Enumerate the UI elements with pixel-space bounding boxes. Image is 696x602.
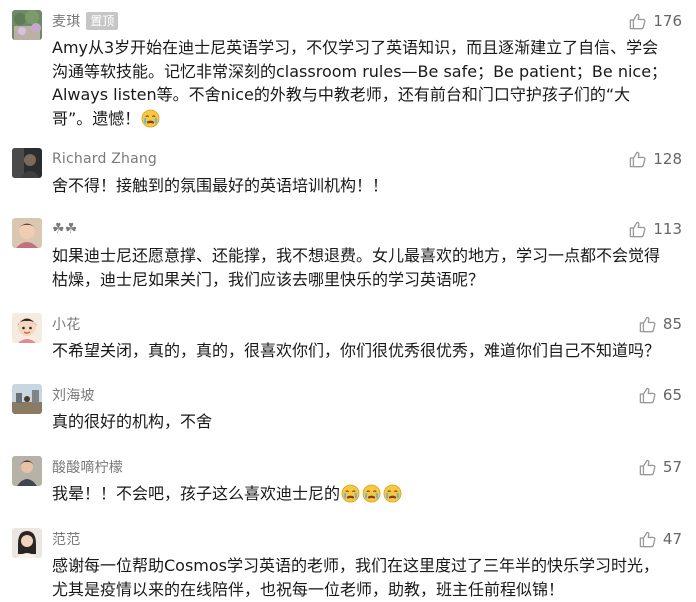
commenter-name: 范范 <box>52 532 81 548</box>
comment-text: 如果迪士尼还愿意撑、还能撑，我不想退费。女儿最喜欢的地方，学习一点都不会觉得 枯… <box>52 244 682 291</box>
like-button[interactable]: 85 <box>638 314 682 334</box>
person-photo-avatar[interactable] <box>12 456 42 486</box>
dark-portrait-avatar[interactable] <box>12 148 42 178</box>
comment-line: 我晕！！不会吧，孩子这么喜欢迪士尼的 <box>52 484 341 503</box>
comment-text: 真的很好的机构，不舍 <box>52 410 682 434</box>
comment-line: 真的很好的机构，不舍 <box>52 412 213 431</box>
comment-line: 舍不得！接触到的氛围最好的英语培训机构！！ <box>52 176 389 195</box>
comment-text: 感谢每一位帮助Cosmos学习英语的老师，我们在这里度过了三年半的快乐学习时光，… <box>52 554 682 601</box>
thumbs-up-icon <box>628 150 647 169</box>
comment-line: 不希望关闭，真的，真的，很喜欢你们，你们很优秀很优秀，难道你们自己不知道吗？ <box>52 341 661 360</box>
crying-face-emoji <box>362 484 381 503</box>
woman-portrait-avatar[interactable] <box>12 528 42 558</box>
like-button[interactable]: 113 <box>628 219 682 239</box>
like-button[interactable]: 128 <box>628 149 682 169</box>
child-portrait-avatar[interactable] <box>12 218 42 248</box>
comment-line: 枯燥，迪士尼如果关门，我们应该去哪里快乐的学习英语呢？ <box>52 269 485 289</box>
comment-line: 沟通等软技能。记忆非常深刻的classroom rules—Be safe；Be… <box>52 61 668 81</box>
comment-text: 不希望关闭，真的，真的，很喜欢你们，你们很优秀很优秀，难道你们自己不知道吗？ <box>52 339 682 363</box>
like-button[interactable]: 65 <box>638 385 682 405</box>
thumbs-up-icon <box>638 458 657 477</box>
like-count: 85 <box>662 315 682 333</box>
commenter-name: 麦琪 <box>52 14 81 30</box>
crying-face-emoji <box>383 484 402 503</box>
commenter-name: 酸酸嘀柠檬 <box>52 460 123 476</box>
comment-text: 舍不得！接触到的氛围最好的英语培训机构！！ <box>52 174 682 198</box>
comment-line: 感谢每一位帮助Cosmos学习英语的老师，我们在这里度过了三年半的快乐学习时光， <box>52 556 660 575</box>
thumbs-up-icon <box>638 386 657 405</box>
comment-line: 如果迪士尼还愿意撑、还能撑，我不想退费。女儿最喜欢的地方，学习一点都不会觉得 <box>52 246 661 265</box>
like-button[interactable]: 47 <box>638 529 682 549</box>
ivy-wall-avatar[interactable] <box>12 10 42 40</box>
comment-line: 尤其是疫情以来的在线陪伴，也祝每一位老师，助教，班主任前程似锦！ <box>52 579 565 599</box>
crying-face-emoji <box>141 109 160 128</box>
like-count: 47 <box>662 530 682 548</box>
comment-text: 我晕！！不会吧，孩子这么喜欢迪士尼的 <box>52 482 682 506</box>
like-count: 113 <box>653 220 682 238</box>
like-count: 128 <box>653 150 682 168</box>
like-count: 176 <box>653 12 682 30</box>
commenter-name: 刘海坡 <box>52 388 95 404</box>
thumbs-up-icon <box>638 315 657 334</box>
cartoon-child-avatar[interactable] <box>12 313 42 343</box>
like-count: 65 <box>662 386 682 404</box>
commenter-name: ☘☘ <box>52 221 78 237</box>
like-button[interactable]: 176 <box>628 11 682 31</box>
commenter-name: 小花 <box>52 317 81 333</box>
outdoor-photo-avatar[interactable] <box>12 384 42 414</box>
like-button[interactable]: 57 <box>638 457 682 477</box>
comment-feed: 麦琪 置顶 176 Amy从3岁开始在迪士尼英语学习，不仅学习了英语知识，而且逐… <box>0 0 696 602</box>
comment-line: Amy从3岁开始在迪士尼英语学习，不仅学习了英语知识，而且逐渐建立了自信、学会 <box>52 38 659 57</box>
thumbs-up-icon <box>638 530 657 549</box>
like-count: 57 <box>662 458 682 476</box>
comment-text: Amy从3岁开始在迪士尼英语学习，不仅学习了英语知识，而且逐渐建立了自信、学会 … <box>52 36 682 130</box>
pinned-badge: 置顶 <box>86 12 119 30</box>
crying-face-emoji <box>341 484 360 503</box>
thumbs-up-icon <box>628 12 647 31</box>
comment-line: Always listen等。不舍nice的外教与中教老师，还有前台和门口守护孩… <box>52 85 631 104</box>
comment-line: 哥”。遗憾！ <box>52 108 141 128</box>
commenter-name: Richard Zhang <box>52 151 158 167</box>
thumbs-up-icon <box>628 220 647 239</box>
